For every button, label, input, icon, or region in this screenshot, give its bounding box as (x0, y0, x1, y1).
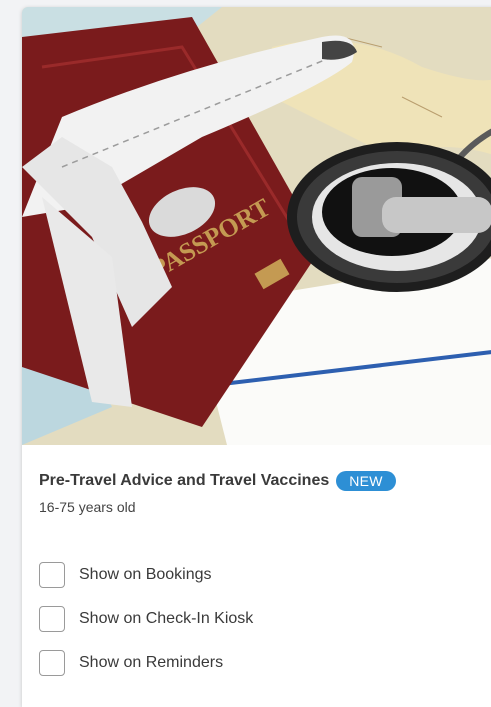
option-show-on-check-in-kiosk[interactable]: Show on Check-In Kiosk (39, 604, 253, 633)
visibility-options: Show on Bookings Show on Check-In Kiosk … (39, 560, 253, 692)
option-show-on-bookings[interactable]: Show on Bookings (39, 560, 253, 589)
checkbox-show-on-reminders[interactable] (39, 649, 65, 676)
service-card: PASSPORT Pre-Travel Advice and Travel Va… (22, 7, 491, 707)
checkbox-show-on-check-in-kiosk[interactable] (39, 605, 65, 632)
option-label: Show on Bookings (79, 565, 212, 583)
new-badge: NEW (336, 471, 396, 491)
checkbox-show-on-bookings[interactable] (39, 561, 65, 588)
option-label: Show on Reminders (79, 653, 224, 671)
option-label: Show on Check-In Kiosk (79, 609, 254, 627)
title-row: Pre-Travel Advice and Travel Vaccines NE… (39, 469, 491, 493)
service-title: Pre-Travel Advice and Travel Vaccines (39, 472, 330, 489)
service-info: Pre-Travel Advice and Travel Vaccines NE… (39, 469, 491, 515)
option-show-on-reminders[interactable]: Show on Reminders (39, 648, 253, 677)
service-hero-image: PASSPORT (22, 7, 491, 445)
age-range: 16-75 years old (39, 499, 136, 515)
